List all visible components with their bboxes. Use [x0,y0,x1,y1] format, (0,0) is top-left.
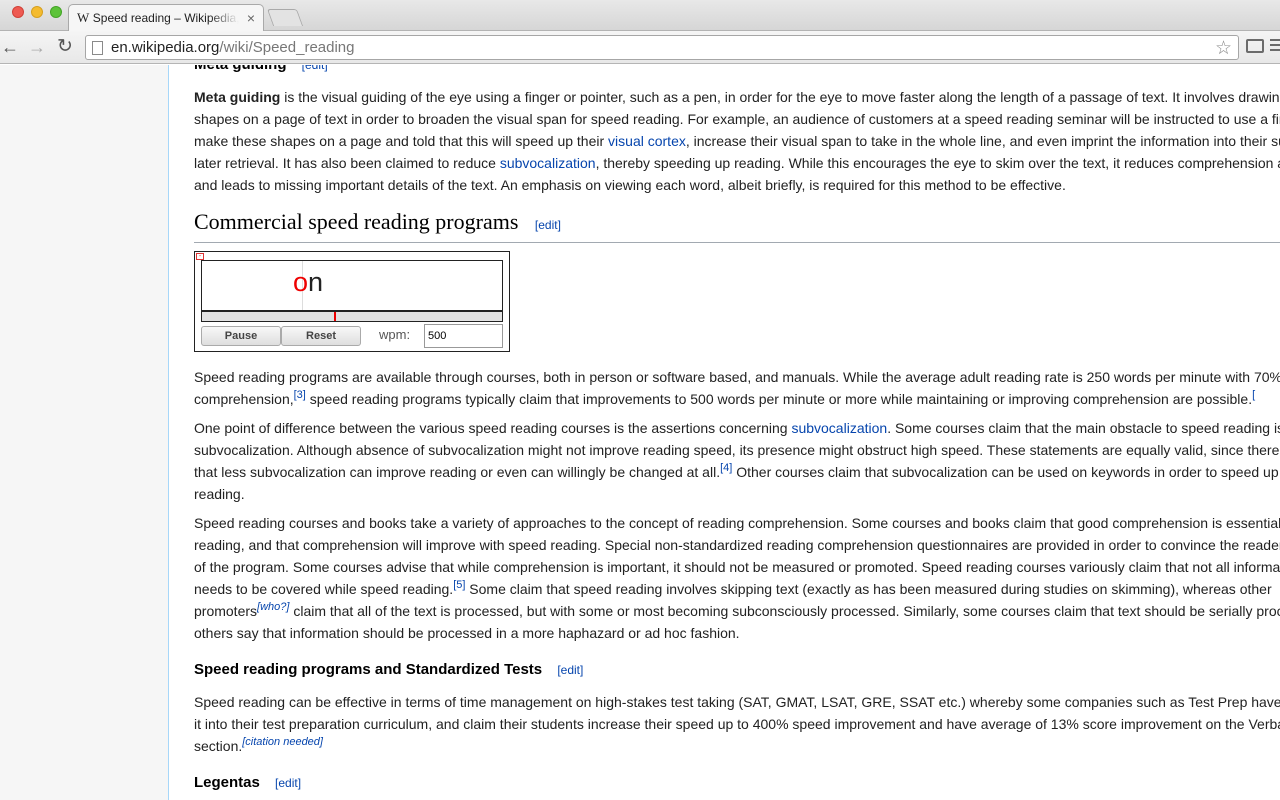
citation-4-link[interactable]: [4] [720,462,732,474]
edit-link-standardized[interactable]: [edit] [557,663,583,677]
tab-title: Speed reading – Wikipedia, the free ency… [92,11,239,25]
standardized-tests-heading: Speed reading programs and Standardized … [194,661,583,678]
wpm-input[interactable] [424,324,503,348]
text-line: Some claim that speed reading involves s… [465,581,1272,597]
text-line: speed reading programs typically claim t… [305,391,1253,407]
tab-strip: W Speed reading – Wikipedia, the free en… [0,0,1280,31]
text-line: , increase their visual span to take in … [685,133,1280,149]
text-line: is the visual guiding of the eye using a… [280,89,1280,105]
text-line: . Some courses claim that the main obsta… [887,420,1280,436]
legentas-heading: Legentas [edit] [194,774,301,791]
minimize-window-button[interactable] [31,6,43,18]
back-icon[interactable]: ← [0,36,22,58]
forward-icon[interactable]: → [25,36,49,58]
meta-guiding-heading: Meta guiding [edit] [194,65,328,73]
commercial-heading: Commercial speed reading programs [edit] [194,209,1280,243]
citation-3-link[interactable]: [3] [294,389,306,401]
who-citation-link[interactable]: [who?] [257,601,289,613]
article-content: Meta guiding [edit] Meta guiding is the … [168,65,1280,800]
text-line: it into their test preparation curriculu… [194,716,1280,732]
commercial-paragraph-2: One point of difference between the vari… [194,417,1280,505]
edit-link-commercial[interactable]: [edit] [535,218,561,232]
text-line: One point of difference between the vari… [194,420,792,436]
text-line: claim that all of the text is processed,… [289,603,1280,619]
text-line: of the program. Some courses advise that… [194,559,1280,575]
text-line: , thereby speeding up reading. While thi… [595,155,1280,171]
commercial-heading-text: Commercial speed reading programs [194,209,519,234]
commercial-paragraph-3: Speed reading courses and books take a v… [194,512,1280,644]
browser-toolbar: ← → ↻ en.wikipedia.org/wiki/Speed_readin… [0,31,1280,64]
commercial-paragraph-1: Speed reading programs are available thr… [194,366,1280,410]
new-tab-button[interactable] [266,9,304,26]
meta-guiding-paragraph: Meta guiding is the visual guiding of th… [194,86,1280,196]
edit-link-legentas[interactable]: [edit] [275,776,301,790]
text-line: reading. [194,486,245,502]
cast-icon[interactable] [1246,39,1264,53]
progress-marker[interactable] [334,312,336,321]
address-bar[interactable]: en.wikipedia.org/wiki/Speed_reading ☆ [85,35,1239,60]
star-icon[interactable]: ☆ [1215,37,1232,60]
zoom-window-button[interactable] [50,6,62,18]
visual-cortex-link[interactable]: visual cortex [608,133,686,149]
close-window-button[interactable] [12,6,24,18]
browser-tab[interactable]: W Speed reading – Wikipedia, the free en… [68,4,264,31]
legentas-heading-text: Legentas [194,774,260,791]
reset-button[interactable]: Reset [281,326,361,346]
text-line: make these shapes on a page and told tha… [194,133,609,149]
word-focus-letter: o [293,267,309,297]
text-line: promoters [194,603,258,619]
current-word: on [293,267,323,298]
url-path: /wiki/Speed_reading [219,39,355,56]
pause-button[interactable]: Pause [201,326,281,346]
citation-link[interactable]: [ [1252,389,1255,401]
left-sidebar-panel [0,65,168,800]
standardized-paragraph: Speed reading can be effective in terms … [194,691,1280,757]
text-line: reading, and that comprehension will imp… [194,537,1280,553]
standardized-tests-heading-text: Speed reading programs and Standardized … [194,661,543,678]
collapse-icon[interactable]: - [196,253,204,260]
reload-icon[interactable]: ↻ [53,36,77,58]
word-remainder: n [308,267,324,297]
wikipedia-favicon-icon: W [77,10,90,25]
text-line: shapes on a page of text in order to bro… [194,111,1280,127]
edit-link-meta-guiding[interactable]: [edit] [302,65,328,72]
text-line: needs to be covered while speed reading. [194,581,454,597]
text-line: section. [194,738,243,754]
url-host: en.wikipedia.org [111,39,220,56]
text-line: that less subvocalization can improve re… [194,464,721,480]
subvocalization-link-2[interactable]: subvocalization [791,420,887,436]
speed-reader-widget: - on Pause Reset wpm: [194,251,510,352]
text-line: Speed reading can be effective in terms … [194,694,1280,710]
text-line: subvocalization. Although absence of sub… [194,442,1280,458]
page-icon [92,40,103,55]
text-line: comprehension, [194,391,294,407]
wpm-label: wpm: [379,327,411,342]
menu-icon[interactable] [1270,39,1280,55]
page-viewport: Meta guiding [edit] Meta guiding is the … [0,65,1280,800]
meta-guiding-term: Meta guiding [194,89,281,105]
text-line: Speed reading programs are available thr… [194,369,1280,385]
text-line: Speed reading courses and books take a v… [194,515,1280,531]
subvocalization-link[interactable]: subvocalization [500,155,596,171]
reading-progress-bar[interactable] [201,311,503,322]
citation-5-link[interactable]: [5] [453,579,465,591]
text-line: others say that information should be pr… [194,625,740,641]
word-display: on [201,260,503,311]
meta-guiding-heading-text: Meta guiding [194,65,287,73]
text-line: later retrieval. It has also been claime… [194,155,500,171]
text-line: and leads to missing important details o… [194,177,1066,193]
close-tab-icon[interactable]: × [247,10,255,26]
text-line: Other courses claim that subvocalization… [732,464,1279,480]
citation-needed-link[interactable]: [citation needed] [242,736,323,748]
